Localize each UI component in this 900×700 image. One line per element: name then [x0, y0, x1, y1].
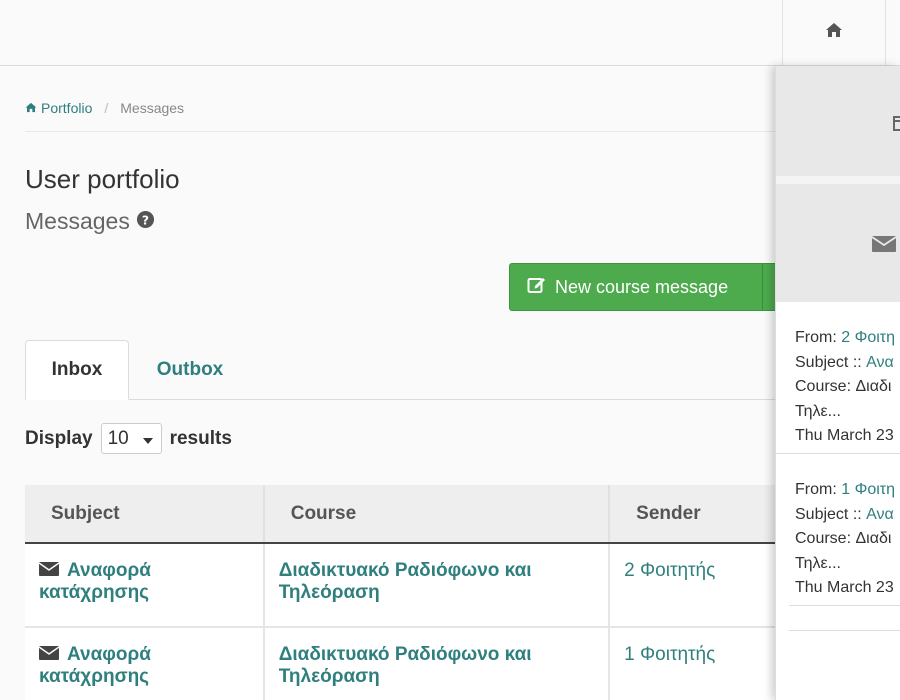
results-per-page-select[interactable]: 10: [100, 423, 162, 454]
panel-date: Thu March 23: [795, 427, 894, 444]
new-course-message-label: New course message: [555, 276, 729, 297]
envelope-icon: [38, 560, 60, 582]
panel-subject-link[interactable]: Ανα: [866, 354, 894, 371]
panel-from-line: From: 2 Φοιτη: [795, 326, 900, 351]
cell-sender: 2 Φοιτητής: [609, 543, 785, 628]
cell-course: Διαδικτυακό Ραδιόφωνο και Τηλεόραση: [263, 627, 611, 700]
calendar-icon: [893, 114, 900, 137]
sender-link[interactable]: 2 Φοιτητής: [624, 560, 715, 581]
table-row: Αναφορά κατάχρησης Διαδικτυακό Ραδιόφωνο…: [25, 543, 785, 628]
help-icon[interactable]: ?: [136, 208, 155, 235]
envelope-icon: [38, 644, 60, 666]
course-link[interactable]: Διαδικτυακό Ραδιόφωνο και Τηλεόραση: [279, 644, 594, 688]
subject-line-1: Αναφορά: [67, 560, 151, 581]
panel-calendar-section[interactable]: [776, 66, 900, 184]
column-header-course[interactable]: Course: [263, 485, 611, 544]
table-header-row: Subject Course Sender: [25, 485, 785, 544]
panel-from-line: From: 1 Φοιτη: [795, 478, 900, 503]
cell-subject: Αναφορά κατάχρησης: [25, 627, 265, 700]
table-row: Αναφορά κατάχρησης Διαδικτυακό Ραδιόφωνο…: [25, 627, 785, 700]
course-line-1: Διαδικτυακό Ραδιόφωνο και: [278, 644, 532, 665]
panel-date: Thu March 23: [795, 579, 894, 596]
panel-subject-link[interactable]: Ανα: [866, 506, 894, 523]
breadcrumb-current: Messages: [120, 100, 185, 116]
panel-course-label: Course:: [795, 378, 852, 395]
column-header-subject[interactable]: Subject: [25, 485, 265, 544]
page-subtitle: Messages ?: [25, 208, 155, 235]
panel-message-item[interactable]: From: 2 Φοιτη Subject :: Ανα Course: Δια…: [776, 302, 900, 454]
cell-course: Διαδικτυακό Ραδιόφωνο και Τηλεόραση: [263, 543, 611, 628]
home-icon: [25, 100, 37, 116]
sender-link[interactable]: 1 Φοιτητής: [624, 644, 715, 665]
button-split-divider: [762, 264, 763, 310]
panel-course-line: Course: Διαδι: [795, 527, 900, 552]
results-per-page-value: 10: [107, 427, 129, 449]
edit-icon: [527, 276, 547, 299]
breadcrumb-portfolio-link[interactable]: Portfolio: [25, 100, 92, 116]
envelope-icon: [871, 236, 897, 257]
course-link[interactable]: Διαδικτυακό Ραδιόφωνο και Τηλεόραση: [279, 560, 594, 604]
panel-course-label: Course:: [795, 530, 852, 547]
subject-line-2: κατάχρησης: [39, 666, 150, 687]
breadcrumb: Portfolio / Messages: [25, 100, 184, 116]
panel-messages-section[interactable]: [776, 184, 900, 302]
course-line-2: Τηλεόραση: [278, 582, 380, 603]
panel-from-link[interactable]: 1 Φοιτη: [841, 481, 895, 498]
home-button[interactable]: [782, 0, 886, 65]
message-subject-link[interactable]: Αναφορά κατάχρησης: [38, 560, 249, 604]
panel-from-link[interactable]: 2 Φοιτη: [841, 329, 895, 346]
panel-subject-line: Subject :: Ανα: [795, 351, 900, 376]
course-line-2: Τηλεόραση: [278, 666, 380, 687]
course-line-1: Διαδικτυακό Ραδιόφωνο και: [278, 560, 532, 581]
tab-outbox[interactable]: Outbox: [129, 340, 251, 400]
panel-course-cont: Τηλε...: [795, 554, 841, 572]
display-prefix: Display: [25, 427, 93, 449]
home-icon: [825, 22, 843, 43]
subject-line-1: Αναφορά: [67, 644, 151, 665]
panel-from-label: From:: [795, 481, 837, 498]
page-title: User portfolio: [25, 164, 180, 194]
svg-text:?: ?: [142, 213, 149, 227]
display-length-control: Display 10 results: [25, 423, 232, 454]
panel-message-item[interactable]: From: 1 Φοιτη Subject :: Ανα Course: Δια…: [789, 454, 900, 606]
messages-side-panel: From: 2 Φοιτη Subject :: Ανα Course: Δια…: [775, 66, 900, 700]
panel-from-label: From:: [795, 329, 837, 346]
panel-course-text: Διαδι: [855, 530, 892, 547]
panel-subject-label: Subject ::: [795, 353, 862, 371]
top-navbar: [0, 0, 900, 66]
panel-course-line: Course: Διαδι: [795, 375, 900, 400]
panel-course-cont: Τηλε...: [795, 402, 841, 420]
messages-table: Subject Course Sender Αναφορά κατάχρησης: [25, 485, 785, 700]
message-tabs: Inbox Outbox: [25, 340, 785, 400]
cell-sender: 1 Φοιτητής: [609, 627, 785, 700]
column-header-sender[interactable]: Sender: [609, 485, 785, 544]
display-suffix: results: [169, 427, 232, 449]
breadcrumb-separator: /: [104, 100, 109, 116]
new-course-message-button[interactable]: New course message: [509, 263, 799, 311]
panel-course-text: Διαδι: [855, 378, 892, 395]
panel-subject-line: Subject :: Ανα: [795, 503, 900, 528]
page-subtitle-text: Messages: [25, 208, 130, 234]
panel-subject-label: Subject ::: [795, 505, 862, 523]
subject-line-2: κατάχρησης: [39, 582, 150, 603]
message-subject-link[interactable]: Αναφορά κατάχρησης: [38, 644, 249, 688]
cell-subject: Αναφορά κατάχρησης: [25, 543, 265, 628]
breadcrumb-divider: [25, 131, 785, 132]
caret-down-icon: [142, 428, 153, 450]
breadcrumb-home-label: Portfolio: [41, 100, 93, 116]
panel-footer-divider: [789, 630, 900, 631]
tab-inbox[interactable]: Inbox: [25, 340, 129, 400]
